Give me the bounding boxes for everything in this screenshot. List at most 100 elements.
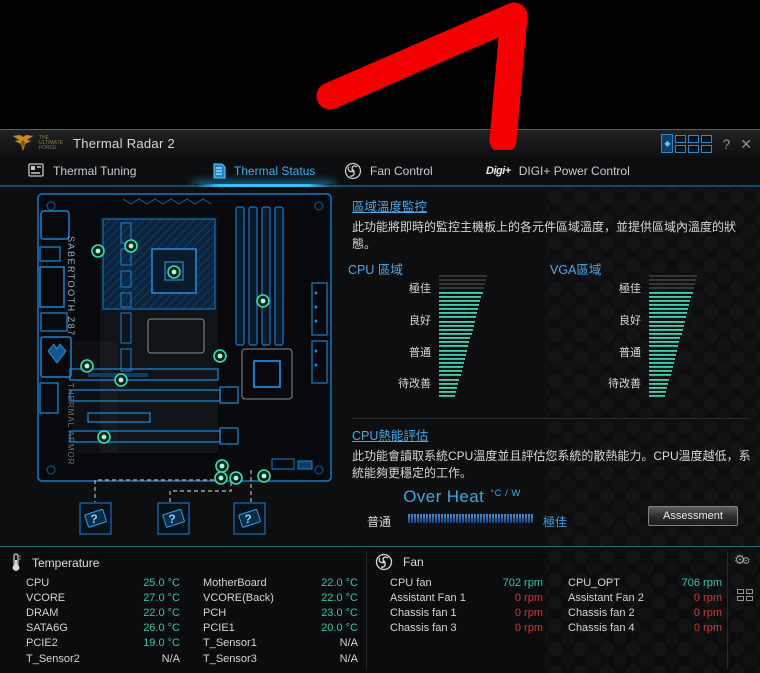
gauge-tick — [408, 514, 410, 523]
gauge-tick — [492, 514, 494, 523]
cpu-assessment-description: 此功能會讀取系統CPU溫度並且評估您系統的散熱能力。CPU溫度越低，系統能夠更穩… — [352, 449, 751, 480]
gauge-tick — [432, 514, 434, 523]
row-label: SATA6G — [26, 622, 68, 635]
unknown-sensor-box[interactable]: ? — [157, 502, 190, 535]
meter-line — [439, 275, 487, 277]
gauge-tick — [498, 514, 500, 523]
row-value: 706 rpm — [681, 576, 722, 589]
close-button[interactable]: ✕ — [740, 137, 752, 151]
gauge-tick — [411, 514, 413, 523]
gauge-tick — [489, 514, 491, 523]
row-label: Assistant Fan 1 — [390, 591, 466, 604]
table-row: Chassis fan 1 0 rpm Chassis fan 2 0 rpm — [390, 605, 722, 620]
gauge-tick — [513, 514, 515, 523]
title-bar: THE ULTIMATE FORCE Thermal Radar 2 ◆ ? ✕ — [0, 130, 760, 157]
table-row: Assistant Fan 1 0 rpm Assistant Fan 2 0 rpm — [390, 590, 722, 605]
row-label: VCORE(Back) — [203, 591, 274, 604]
status-bar: Temperature CPU 25.0 °C MotherBoard 22.0 °C… — [0, 546, 760, 673]
row-label: CPU_OPT — [568, 576, 620, 589]
cpu-assessment-title[interactable]: CPU熱能評估 — [352, 425, 428, 444]
row-label: Chassis fan 2 — [568, 606, 635, 619]
row-value: 0 rpm — [514, 591, 543, 604]
row-label: Chassis fan 4 — [568, 622, 635, 635]
meter-level-label: 待改善 — [398, 378, 431, 390]
help-button[interactable]: ? — [722, 137, 730, 151]
row-value: 25.0 °C — [143, 576, 180, 589]
meter-line — [439, 283, 485, 286]
sensor-dot-core — [218, 475, 224, 481]
sensor-dot-core — [128, 243, 134, 249]
meter-level-label: 待改善 — [608, 378, 641, 390]
gauge-tick — [495, 514, 497, 523]
panel-cell[interactable] — [701, 134, 713, 143]
meter-line — [439, 299, 481, 302]
gauge-tick — [531, 514, 533, 523]
row-label: T_Sensor2 — [26, 652, 80, 665]
panel-cell[interactable] — [675, 134, 687, 143]
fan-icon — [344, 162, 362, 180]
gauge-tick — [438, 514, 440, 523]
gauge-tick — [504, 514, 506, 523]
meter-line — [649, 312, 688, 315]
panel-selector-active-icon[interactable]: ◆ — [661, 134, 674, 153]
meter-line — [649, 374, 671, 377]
settings-gear-icon[interactable]: ⚙⚙ — [734, 553, 751, 568]
gauge-tick — [450, 514, 452, 523]
meter-line — [649, 332, 682, 335]
meter-line — [439, 341, 470, 344]
row-value: 20.0 °C — [321, 622, 358, 635]
tab-thermal-status[interactable]: Thermal Status — [193, 157, 334, 187]
sensor-dot-core — [233, 475, 239, 481]
row-label: PCH — [203, 606, 227, 619]
meter-line — [439, 324, 474, 327]
panel-cell[interactable] — [675, 144, 687, 153]
row-value: 22.0 °C — [321, 576, 358, 589]
tab-fan-control[interactable]: Fan Control — [344, 157, 433, 185]
panel-selector[interactable]: ◆ — [661, 134, 713, 153]
meter-line — [439, 374, 461, 377]
panel-cell[interactable] — [688, 144, 700, 153]
row-label: T_Sensor1 — [203, 637, 257, 650]
tab-label: Thermal Status — [234, 164, 316, 178]
meter-line — [649, 349, 678, 352]
side-tool-strip: ⚙⚙ — [728, 547, 760, 673]
meter-line — [649, 361, 674, 364]
meter-level-label: 普通 — [409, 347, 431, 359]
row-value: 702 rpm — [502, 576, 543, 589]
meter-line — [439, 303, 480, 306]
table-row: T_Sensor2 N/A T_Sensor3 N/A — [26, 651, 358, 666]
table-row: Chassis fan 3 0 rpm Chassis fan 4 0 rpm — [390, 621, 722, 636]
overheat-gauge-bar — [408, 514, 534, 523]
meter-line — [439, 382, 459, 385]
gauge-tick — [501, 514, 503, 523]
sensor-dot-core — [95, 248, 101, 254]
unknown-sensor-box[interactable]: ? — [233, 502, 266, 535]
assessment-button[interactable]: Assessment — [648, 506, 738, 526]
region-monitor-title[interactable]: 區域溫度監控 — [352, 196, 427, 215]
gauge-tick — [474, 514, 476, 523]
row-label: Chassis fan 1 — [390, 606, 457, 619]
sensor-dot-core — [101, 434, 107, 440]
layout-grid-icon[interactable] — [737, 589, 753, 601]
meter-line — [439, 328, 473, 331]
temperature-section-title: Temperature — [32, 555, 100, 570]
tab-digi-power-control[interactable]: Digi+ DIGI+ Power Control — [486, 157, 630, 185]
meter-line — [649, 303, 690, 306]
meter-line — [649, 275, 697, 277]
panel-cell[interactable] — [701, 144, 713, 153]
vga-zone-meter: 極佳 良好 普通 待改善 — [593, 275, 743, 401]
meter-line — [439, 361, 464, 364]
row-value: 22.0 °C — [321, 591, 358, 604]
tab-thermal-tuning[interactable]: Thermal Tuning — [28, 157, 136, 185]
meter-level-label: 極佳 — [619, 283, 641, 295]
gauge-tick — [453, 514, 455, 523]
row-label: PCIE1 — [203, 622, 235, 635]
panel-cell[interactable] — [688, 134, 700, 143]
row-value: 26.0 °C — [143, 622, 180, 635]
meter-level-label: 良好 — [409, 315, 431, 327]
unknown-sensor-box[interactable]: ? — [79, 502, 112, 535]
meter-line — [439, 312, 478, 315]
meter-line — [649, 283, 695, 286]
meter-line — [439, 287, 484, 290]
overheat-gauge-title: Over Heat °C / W — [403, 487, 521, 506]
